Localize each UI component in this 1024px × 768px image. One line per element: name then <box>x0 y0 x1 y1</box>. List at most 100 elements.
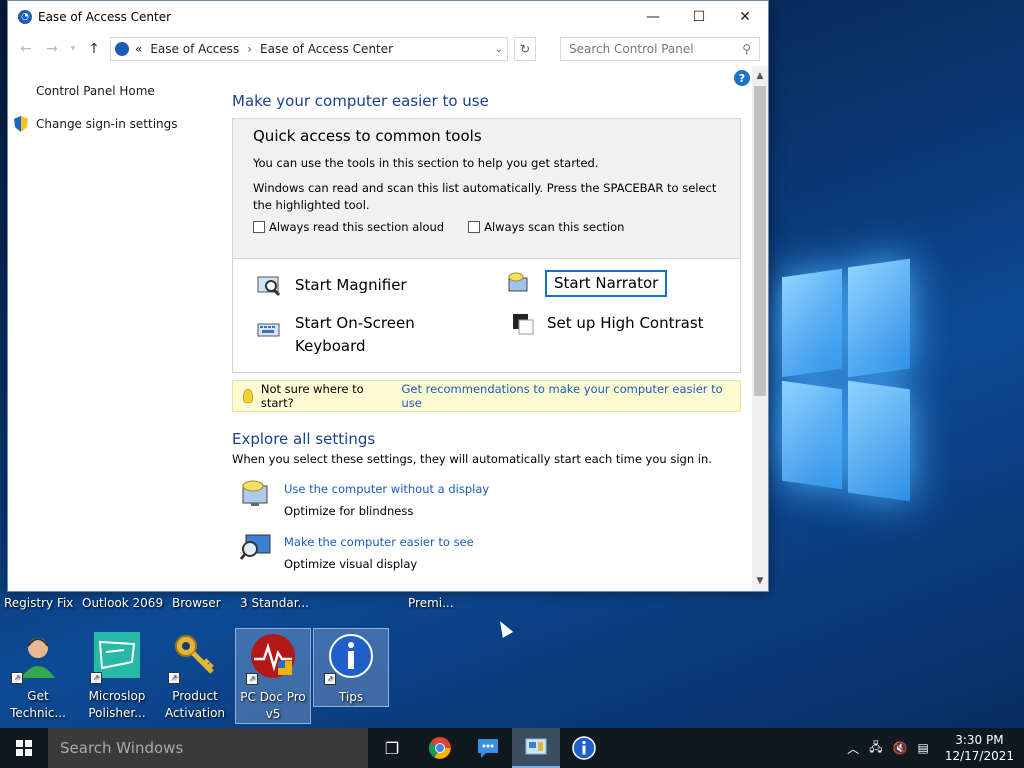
ease-of-access-icon: ◔ <box>18 9 32 24</box>
chrome-icon <box>429 737 451 759</box>
scroll-up-icon[interactable]: ▲ <box>752 68 768 84</box>
heartbeat-icon: ↗ <box>246 633 296 685</box>
chevron-up-icon[interactable]: ︿ <box>847 740 859 757</box>
desktop-icon-microslop-polisher[interactable]: ↗ Microslop Polisher... <box>79 628 155 722</box>
get-technician-label-1: Get <box>27 689 49 703</box>
start-magnifier-label: Start Magnifier <box>295 276 407 294</box>
support-person-icon: ↗ <box>11 632 61 684</box>
desktop-icon-browser[interactable]: Browser <box>172 596 221 610</box>
quick-access-desc-2: Windows can read and scan this list auto… <box>253 181 717 212</box>
monitor-speech-icon <box>242 480 268 506</box>
back-arrow-icon[interactable]: ← <box>16 41 36 57</box>
quick-access-heading: Quick access to common tools <box>253 127 482 145</box>
left-nav: Control Panel Home Change sign-in settin… <box>8 66 223 150</box>
checkbox-row: Always read this section aloud Always sc… <box>253 220 720 234</box>
recommendation-bar: Not sure where to start? Get recommendat… <box>232 380 741 412</box>
shortcut-arrow-icon: ↗ <box>324 673 336 685</box>
keyboard-icon <box>257 323 280 337</box>
breadcrumb-ease-of-access[interactable]: Ease of Access <box>150 42 239 56</box>
narrator-icon <box>508 272 528 292</box>
close-button[interactable]: ✕ <box>722 1 768 32</box>
maximize-button[interactable]: ☐ <box>676 1 722 32</box>
checkbox-box[interactable] <box>253 221 265 233</box>
desktop-icon-outlook[interactable]: Outlook 2069 <box>82 596 163 610</box>
desktop-icon-registry-fix[interactable]: Registry Fix <box>4 596 73 610</box>
chat-bubble-icon <box>478 739 498 758</box>
key-icon: ↗ <box>168 632 218 684</box>
page-title: Make your computer easier to use <box>232 92 489 110</box>
start-magnifier-tool[interactable]: Start Magnifier <box>257 274 407 298</box>
breadcrumb-overflow[interactable]: « <box>135 42 142 56</box>
explore-subtitle: When you select these settings, they wil… <box>232 452 712 466</box>
help-icon[interactable]: ? <box>734 70 750 86</box>
chrome-taskbar-button[interactable] <box>416 728 464 768</box>
explore-title: Explore all settings <box>232 430 376 448</box>
scan-section-checkbox[interactable]: Always scan this section <box>468 220 624 234</box>
chevron-right-icon: › <box>247 42 253 56</box>
desktop-icon-tips[interactable]: ↗ Tips <box>313 628 389 707</box>
title-bar[interactable]: ◔ Ease of Access Center — ☐ ✕ <box>8 1 768 32</box>
easier-to-see-link[interactable]: Make the computer easier to see <box>284 531 474 553</box>
address-field[interactable]: « Ease of Access › Ease of Access Center… <box>110 37 508 61</box>
window-title: Ease of Access Center <box>38 9 172 24</box>
without-display-link[interactable]: Use the computer without a display <box>284 478 489 500</box>
desktop-icon-get-technician[interactable]: ↗ Get Technic... <box>0 628 76 722</box>
start-button[interactable] <box>0 728 48 768</box>
nav-control-panel-home[interactable]: Control Panel Home <box>36 84 223 98</box>
desktop-icon-row-top: Registry Fix Outlook 2069 Browser 3 Stan… <box>0 594 520 616</box>
task-view-button[interactable]: ❐ <box>368 728 416 768</box>
chat-taskbar-button[interactable] <box>464 728 512 768</box>
desktop-icon-3-standard[interactable]: 3 Standar... <box>240 596 309 610</box>
setting-easier-to-see: Make the computer easier to see Optimize… <box>240 531 474 575</box>
desktop-icon-product-activation[interactable]: ↗ Product Activation <box>157 628 233 722</box>
microslop-polisher-label-1: Microslop <box>88 689 146 703</box>
forward-arrow-icon[interactable]: → <box>42 41 62 57</box>
recommendations-link[interactable]: Get recommendations to make your compute… <box>401 382 740 410</box>
quick-access-desc-1: You can use the tools in this section to… <box>253 156 599 170</box>
read-aloud-checkbox[interactable]: Always read this section aloud <box>253 220 444 234</box>
tips-taskbar-button[interactable] <box>560 728 608 768</box>
product-activation-label-2: Activation <box>164 706 226 720</box>
scroll-down-icon[interactable]: ▼ <box>752 573 768 589</box>
start-on-screen-keyboard-tool[interactable]: Start On-Screen Keyboard <box>257 312 457 358</box>
refresh-icon[interactable]: ↻ <box>514 37 536 61</box>
magnifier-icon <box>257 276 281 297</box>
high-contrast-icon <box>513 314 534 335</box>
set-up-high-contrast-tool[interactable]: Set up High Contrast <box>511 312 704 336</box>
ease-of-access-taskbar-button[interactable] <box>512 728 560 768</box>
taskbar-search-input[interactable]: Search Windows <box>48 728 368 768</box>
volume-muted-icon[interactable]: 🔇 <box>893 741 908 755</box>
scroll-thumb[interactable] <box>754 86 766 396</box>
search-input[interactable]: Search Control Panel ⚲ <box>560 37 760 61</box>
shortcut-arrow-icon: ↗ <box>246 673 258 685</box>
vertical-scrollbar[interactable]: ▲ ▼ <box>752 66 768 591</box>
chevron-down-icon[interactable]: ⌄ <box>495 44 503 55</box>
set-up-high-contrast-label: Set up High Contrast <box>547 314 704 332</box>
system-tray: ︿ 🖧 🔇 ▤ 3:30 PM 12/17/2021 <box>847 728 1024 768</box>
clock[interactable]: 3:30 PM 12/17/2021 <box>945 732 1014 764</box>
polisher-icon: ↗ <box>90 632 140 684</box>
checkbox-box[interactable] <box>468 221 481 233</box>
mouse-cursor-icon <box>494 618 514 638</box>
info-icon <box>572 736 596 760</box>
recent-dropdown-icon[interactable]: ▾ <box>68 44 78 54</box>
get-technician-label-2: Technic... <box>10 706 66 720</box>
breadcrumb-ease-of-access-center[interactable]: Ease of Access Center <box>260 42 393 56</box>
control-panel-taskbar-icon <box>525 738 547 755</box>
shortcut-arrow-icon: ↗ <box>11 672 23 684</box>
desktop-icon-pc-doc-pro[interactable]: ↗ PC Doc Pro v5 <box>235 628 311 724</box>
start-narrator-label: Start Narrator <box>545 270 668 297</box>
easier-to-see-desc: Optimize visual display <box>284 557 418 571</box>
start-narrator-tool[interactable]: Start Narrator <box>507 270 668 297</box>
notification-icon[interactable]: ▤ <box>917 741 928 755</box>
start-on-screen-keyboard-label: Start On-Screen Keyboard <box>295 314 415 355</box>
windows-logo-wallpaper <box>770 255 920 515</box>
search-placeholder: Search Control Panel <box>569 42 694 56</box>
network-icon[interactable]: 🖧 <box>869 738 882 759</box>
minimize-button[interactable]: — <box>630 1 676 32</box>
up-arrow-icon[interactable]: ↑ <box>84 41 104 57</box>
desktop-icon-premium[interactable]: Premi... <box>408 596 454 610</box>
content-area: Control Panel Home Change sign-in settin… <box>8 66 752 591</box>
shield-icon <box>14 116 28 132</box>
nav-change-sign-in-settings[interactable]: Change sign-in settings <box>14 116 223 132</box>
